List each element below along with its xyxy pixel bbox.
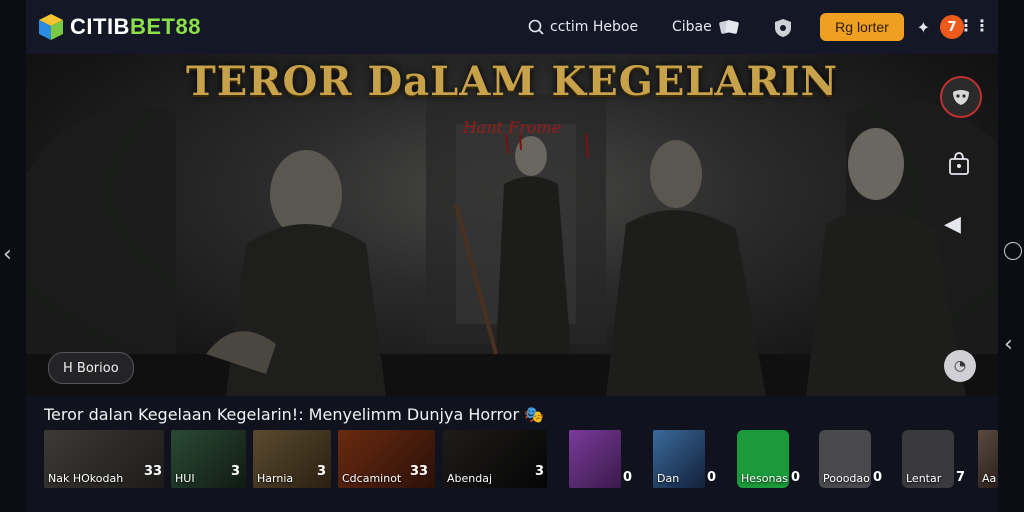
hero-title: TEROR DaLAM KEGELARIN — [185, 58, 839, 105]
thumbnail-count: 3 — [535, 464, 545, 479]
hero-artwork — [26, 94, 998, 396]
thumbnail-count: 3 — [317, 464, 327, 479]
thumbnail-card[interactable]: Cdcaminot 33 — [338, 430, 435, 488]
hero-badge[interactable]: H Borioo — [48, 352, 134, 384]
circle-icon[interactable] — [1004, 242, 1022, 260]
mask-icon — [953, 90, 969, 105]
thumbnail-label: Cdcaminot — [342, 472, 402, 485]
logo[interactable]: CITIBBET88 — [38, 13, 201, 41]
search-icon — [528, 19, 544, 35]
thumbnail-label: Lentar — [906, 472, 942, 485]
hero-banner[interactable]: TEROR DaLAM KEGELARIN Hant Frome ◀ H Bor… — [26, 54, 998, 396]
star-icon[interactable]: ✦ — [917, 18, 930, 37]
thumbnail-count: 7 — [956, 470, 966, 485]
thumbnail-card[interactable]: Nak HOkodah 33 — [44, 430, 164, 488]
hero-round-button[interactable]: ◔ — [944, 350, 976, 382]
thumbnail-label: HUI — [175, 472, 195, 485]
chevron-right-icon[interactable]: ‹ — [1004, 332, 1013, 357]
thumbnail-label: Abendaj — [447, 472, 493, 485]
strip-title-suffix: 🎭 — [524, 405, 545, 424]
search-link[interactable]: cctim Heboe — [528, 19, 658, 35]
cube-logo-icon — [39, 14, 63, 40]
strip-title-text: Teror dalan Kegelaan Kegelarin!: Menyeli… — [44, 405, 520, 424]
nav-link[interactable]: Cibae — [672, 18, 746, 36]
thumbnail-count: 33 — [410, 464, 429, 479]
strip-title: Teror dalan Kegelaan Kegelarin!: Menyeli… — [44, 405, 544, 424]
thumbnail-card[interactable]: Dan — [653, 430, 705, 488]
thumbnail-label: Hesonas — [741, 472, 788, 485]
logo-text-green: BET88 — [129, 14, 201, 39]
thumbnail-count: 3 — [231, 464, 241, 479]
thumbnail-card[interactable]: Hesonas — [737, 430, 789, 488]
more-icon[interactable]: ⋮⋮ — [958, 16, 990, 35]
thumbnail-count: 33 — [144, 464, 163, 479]
thumbnail-card[interactable]: Lentar — [902, 430, 954, 488]
app-frame: CITIBBET88 cctim Heboe Cibae Rg lorter ✦… — [26, 0, 998, 512]
thumbnail-label: Harnia — [257, 472, 294, 485]
thumbnail-label: Pooodao — [823, 472, 870, 485]
logo-text-white: CITIB — [70, 14, 130, 39]
thumbnail-card[interactable]: Pooodao — [819, 430, 871, 488]
nav-label: Cibae — [672, 19, 712, 35]
thumbnail-card[interactable] — [569, 430, 621, 488]
thumbnail-card[interactable]: Harnia 3 — [253, 430, 331, 488]
bag-icon — [949, 152, 969, 175]
thumbnail-row: Nak HOkodah 33 HUI 3 Harnia 3 Cdcaminot … — [26, 430, 998, 490]
thumbnail-count: 0 — [791, 470, 801, 485]
thumbnail-label: Nak HOkodah — [48, 472, 124, 485]
chevron-left-icon[interactable]: ‹ — [3, 242, 12, 267]
thumbnail-label: Aa — [982, 472, 997, 485]
header: CITIBBET88 cctim Heboe Cibae Rg lorter ✦… — [26, 0, 998, 54]
hero-round-icon: ◔ — [953, 358, 967, 374]
cards-icon — [719, 20, 739, 34]
search-label: cctim Heboe — [550, 19, 639, 35]
thumbnail-card[interactable]: Aa — [978, 430, 998, 488]
thumbnail-count: 0 — [707, 470, 717, 485]
thumbnail-label: Dan — [657, 472, 680, 485]
logo-text: CITIBBET88 — [70, 14, 201, 40]
share-icon[interactable]: ◀ — [944, 212, 961, 237]
login-button[interactable]: Rg lorter — [820, 13, 904, 41]
hero-subtitle: Hant Frome — [462, 118, 562, 137]
thumbnail-count: 0 — [873, 470, 883, 485]
shield-icon — [775, 19, 791, 37]
thumbnail-count: 0 — [623, 470, 633, 485]
shield-button[interactable] — [772, 17, 794, 43]
thumbnail-card[interactable]: Abendaj 3 — [443, 430, 547, 488]
bag-button[interactable] — [946, 150, 972, 180]
mask-button[interactable] — [940, 76, 982, 118]
thumbnail-card[interactable]: HUI 3 — [171, 430, 246, 488]
